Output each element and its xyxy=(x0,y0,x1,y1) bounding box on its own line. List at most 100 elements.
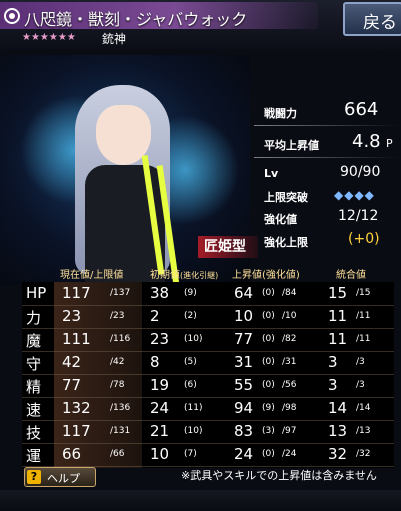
stat-name: 速 xyxy=(26,401,42,419)
stat-row: 運 66/66 10 (7) 24 (0) /24 32/32 xyxy=(22,443,394,467)
stat-name: 魔 xyxy=(26,332,42,350)
lv-value: 90/90 xyxy=(340,164,381,180)
current-value: 117 xyxy=(62,284,91,302)
lv-label: Lv xyxy=(264,167,279,180)
header-growth-note: (強化値) xyxy=(262,270,300,281)
current-value: 111 xyxy=(62,330,91,348)
inherited-value: (9) xyxy=(184,288,197,298)
integrated-value: 3 xyxy=(328,376,338,394)
character-icon xyxy=(4,8,20,24)
current-value: 77 xyxy=(62,376,82,394)
enhance-bonus: (0) xyxy=(262,449,275,459)
inherited-value: (11) xyxy=(184,403,203,413)
lv-row: Lv 90/90 xyxy=(252,161,401,185)
enhance-limit-value: (+0) xyxy=(348,231,380,247)
growth-value: 77 xyxy=(234,330,254,348)
enhance-bonus: (0) xyxy=(262,288,275,298)
growth-max: /97 xyxy=(282,426,297,436)
avg-value: 4.8 xyxy=(352,131,381,152)
growth-max: /24 xyxy=(282,449,297,459)
avg-unit: P xyxy=(386,137,393,150)
help-button[interactable]: ? ヘルプ xyxy=(24,467,96,487)
max-value: /66 xyxy=(110,449,125,459)
integrated-max: /11 xyxy=(356,334,371,344)
growth-value: 31 xyxy=(234,353,254,371)
integrated-value: 15 xyxy=(328,284,348,302)
integrated-max: /15 xyxy=(356,288,371,298)
header-growth: 上昇値(強化値) xyxy=(232,266,300,282)
enhance-bonus: (0) xyxy=(262,380,275,390)
power-value: 664 xyxy=(344,99,379,120)
integrated-value: 11 xyxy=(328,330,348,348)
stat-row: HP 117/137 38 (9) 64 (0) /84 15/15 xyxy=(22,282,394,306)
character-name: 八咫鏡・獣刻・ジャバウォック xyxy=(24,10,248,29)
stat-name: 守 xyxy=(26,355,42,373)
initial-value: 2 xyxy=(150,307,160,325)
growth-value: 24 xyxy=(234,445,254,463)
max-value: /42 xyxy=(110,357,125,367)
back-button[interactable]: 戻る xyxy=(343,2,401,36)
growth-max: /84 xyxy=(282,288,297,298)
header-growth-label: 上昇値 xyxy=(232,270,262,281)
power-label: 戦闘力 xyxy=(264,107,297,120)
enhance-label: 強化値 xyxy=(264,213,297,226)
inherited-value: (5) xyxy=(184,357,197,367)
current-value: 42 xyxy=(62,353,82,371)
growth-value: 10 xyxy=(234,307,254,325)
inherited-value: (2) xyxy=(184,311,197,321)
inherited-value: (10) xyxy=(184,426,203,436)
initial-value: 21 xyxy=(150,422,170,440)
current-value: 23 xyxy=(62,307,82,325)
stat-row: 速 132/136 24 (11) 94 (9) /98 14/14 xyxy=(22,397,394,421)
info-panel: 戦闘力 664 平均上昇値 4.8 P Lv 90/90 上限突破 ◆◆◆◆ 強… xyxy=(252,95,401,265)
growth-max: /10 xyxy=(282,311,297,321)
name-plate: 八咫鏡・獣刻・ジャバウォック xyxy=(0,2,318,29)
integrated-max: /11 xyxy=(356,311,371,321)
enhance-limit-label: 強化上限 xyxy=(264,236,308,249)
stat-name: 技 xyxy=(26,424,42,442)
max-value: /23 xyxy=(110,311,125,321)
current-value: 132 xyxy=(62,399,91,417)
header-initial-label: 初期値 xyxy=(150,270,180,281)
current-value: 117 xyxy=(62,422,91,440)
stat-row: 魔 111/116 23 (10) 77 (0) /82 11/11 xyxy=(22,328,394,352)
integrated-max: /3 xyxy=(356,357,365,367)
initial-value: 24 xyxy=(150,399,170,417)
enhance-limit-row: 強化上限 (+0) xyxy=(252,229,401,253)
integrated-max: /13 xyxy=(356,426,371,436)
divider xyxy=(254,157,399,158)
inherited-value: (6) xyxy=(184,380,197,390)
initial-value: 10 xyxy=(150,445,170,463)
growth-value: 83 xyxy=(234,422,254,440)
enhance-bonus: (3) xyxy=(262,426,275,436)
growth-max: /82 xyxy=(282,334,297,344)
bottom-bar xyxy=(0,490,401,511)
enhance-bonus: (0) xyxy=(262,334,275,344)
character-rank: 銃神 xyxy=(102,32,127,46)
max-value: /137 xyxy=(110,288,131,298)
growth-value: 55 xyxy=(234,376,254,394)
integrated-value: 13 xyxy=(328,422,348,440)
integrated-max: /14 xyxy=(356,403,371,413)
max-value: /78 xyxy=(110,380,125,390)
stat-row: 守 42/42 8 (5) 31 (0) /31 3/3 xyxy=(22,351,394,375)
help-label: ヘルプ xyxy=(47,472,80,485)
integrated-value: 3 xyxy=(328,353,338,371)
enhance-row: 強化値 12/12 xyxy=(252,206,401,230)
limit-break-label: 上限突破 xyxy=(264,191,308,204)
stat-name: HP xyxy=(26,284,47,302)
divider xyxy=(254,125,399,126)
enhance-bonus: (9) xyxy=(262,403,275,413)
growth-value: 64 xyxy=(234,284,254,302)
growth-max: /56 xyxy=(282,380,297,390)
initial-value: 8 xyxy=(150,353,160,371)
initial-value: 23 xyxy=(150,330,170,348)
max-value: /116 xyxy=(110,334,131,344)
enhance-value: 12/12 xyxy=(338,208,379,224)
stat-row: 力 23/23 2 (2) 10 (0) /10 11/11 xyxy=(22,305,394,329)
avg-label: 平均上昇値 xyxy=(264,139,319,152)
growth-max: /31 xyxy=(282,357,297,367)
enhance-bonus: (0) xyxy=(262,311,275,321)
stat-body: HP 117/137 38 (9) 64 (0)/84 15/15 力 23/23 2 (2) 10(… xyxy=(22,282,394,468)
current-value: 66 xyxy=(62,445,82,463)
